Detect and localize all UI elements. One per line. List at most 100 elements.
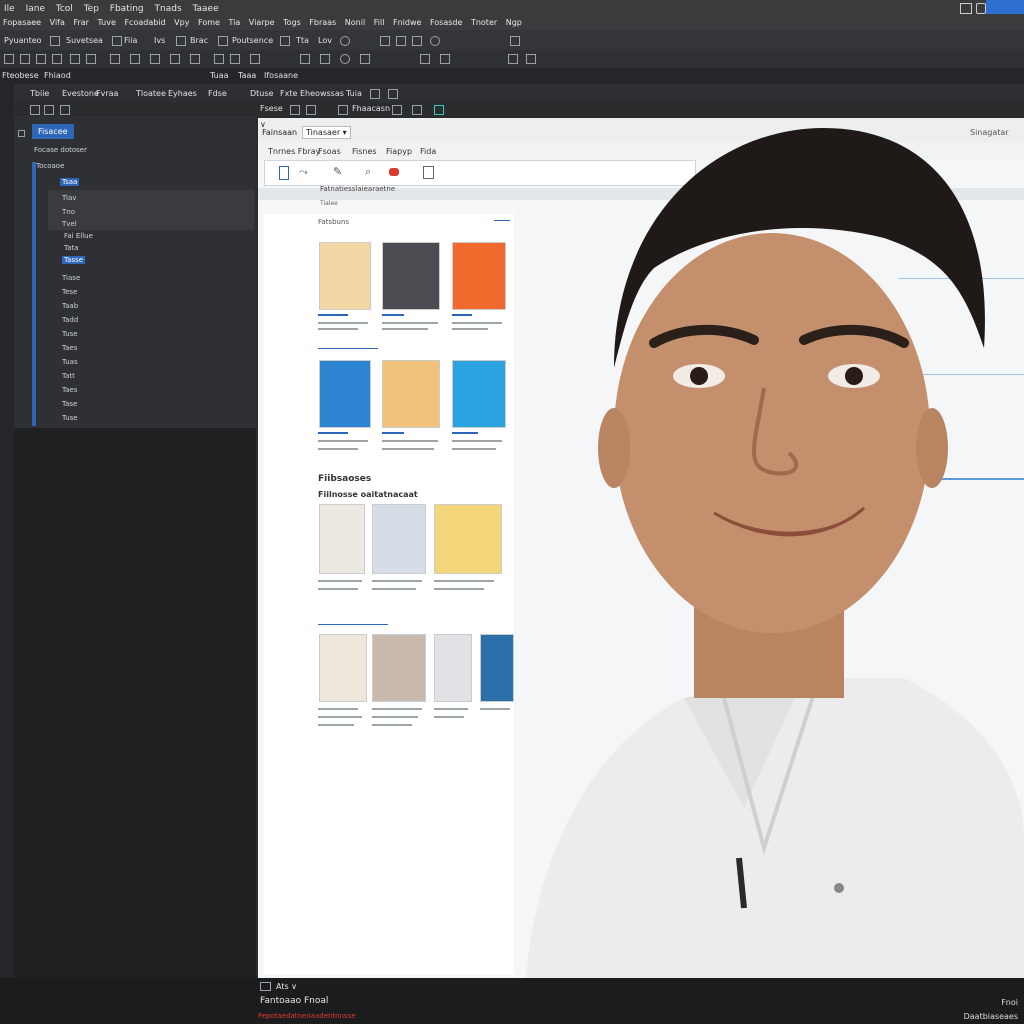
open-icon[interactable] (20, 54, 30, 64)
doc-nav-icon[interactable] (338, 105, 348, 115)
menu2-item-13[interactable]: Fnidwe (390, 18, 424, 27)
format-label-9[interactable]: Tuia (346, 89, 362, 98)
format-label-8[interactable]: Eheowssas (300, 89, 344, 98)
chevron-down-icon[interactable] (440, 54, 450, 64)
tree-item-18[interactable]: Tuse (62, 414, 78, 422)
underline-icon[interactable] (250, 54, 260, 64)
italic-icon[interactable] (230, 54, 240, 64)
menu-edit[interactable]: Iane (22, 3, 49, 15)
layers-icon[interactable] (360, 54, 370, 64)
search-icon[interactable]: ⌕ (365, 165, 371, 179)
bold-icon[interactable] (214, 54, 224, 64)
doc-home-icon[interactable] (60, 105, 70, 115)
toolbar-label-4[interactable]: Brac (190, 36, 208, 45)
tree-item-14[interactable]: Tuas (62, 358, 78, 366)
align-left-icon[interactable] (150, 54, 160, 64)
doc-view2-icon[interactable] (412, 105, 422, 115)
toolbar-label-0[interactable]: Pyuanteo (4, 36, 42, 45)
menu-floating[interactable]: Fbating (106, 3, 148, 15)
tree-item-13[interactable]: Taes (62, 344, 77, 352)
status-dropdown[interactable]: Ats ∨ (276, 982, 297, 991)
tree-item-8[interactable]: Tiase (62, 274, 80, 282)
panel-tab-3[interactable]: Taaa (238, 71, 256, 80)
close-panel-icon[interactable] (526, 54, 536, 64)
square-tool-icon[interactable] (380, 36, 390, 46)
portrait-card[interactable] (319, 242, 371, 310)
panel-tab-2[interactable]: Tuaa (210, 71, 229, 80)
doc-back-icon[interactable] (30, 105, 40, 115)
settings-icon[interactable] (340, 54, 350, 64)
pen-icon[interactable] (50, 36, 60, 46)
menu2-item-10[interactable]: Fbraas (306, 18, 339, 27)
pen-tool-icon[interactable]: ✎ (333, 165, 342, 178)
tree-item-0[interactable]: Tocoaoe (36, 162, 64, 170)
menu-tools[interactable]: Tcol (52, 3, 77, 15)
document-dropdown[interactable]: Tinasaer ▾ (302, 126, 351, 139)
toolbar-label-2[interactable]: Fiia (124, 36, 137, 45)
align-center-icon[interactable] (170, 54, 180, 64)
menu2-item-2[interactable]: Frar (70, 18, 92, 27)
save-icon[interactable] (4, 54, 14, 64)
tree-item-17[interactable]: Tase (62, 400, 77, 408)
menu2-item-1[interactable]: Vifa (47, 18, 68, 27)
tree-item-11[interactable]: Tadd (62, 316, 78, 324)
toolbar-label-6[interactable]: Tta (296, 36, 309, 45)
format-label-7[interactable]: Fxte (280, 89, 297, 98)
undo-icon[interactable] (70, 54, 80, 64)
portrait-card[interactable] (319, 360, 371, 428)
redo-icon[interactable] (86, 54, 96, 64)
panel-tab-1[interactable]: Fhiaod (44, 71, 71, 80)
grid-tool-icon[interactable] (510, 36, 520, 46)
tree-item-3[interactable]: Tno (62, 208, 75, 216)
menu2-item-0[interactable]: Fopasaee (0, 18, 44, 27)
status-doc-icon[interactable] (260, 982, 271, 991)
paste-icon[interactable] (130, 54, 140, 64)
menu2-item-9[interactable]: Togs (280, 18, 304, 27)
portrait-card[interactable] (319, 634, 367, 702)
menu2-item-8[interactable]: Viarpe (246, 18, 278, 27)
tree-item-7[interactable]: Tasse (62, 256, 86, 264)
format-label-6[interactable]: Dtuse (250, 89, 273, 98)
shape-tool-icon[interactable] (396, 36, 406, 46)
image-icon[interactable] (176, 36, 186, 46)
doc-page-icon[interactable] (290, 105, 300, 115)
format-label-1[interactable]: Evestone (62, 89, 99, 98)
layers-toggle-icon[interactable] (18, 130, 25, 137)
toolbar-label-5[interactable]: Poutsence (232, 36, 273, 45)
toolbar3-list-icon[interactable] (388, 89, 398, 99)
page-icon[interactable] (279, 166, 289, 180)
tree-item-12[interactable]: Tuse (62, 330, 78, 338)
menu-file[interactable]: Ile (0, 3, 19, 15)
panel-tab-0[interactable]: Fteobese (2, 71, 39, 80)
doc-tab-1[interactable]: Fsoas (318, 147, 341, 156)
tree-item-6[interactable]: Tata (64, 244, 78, 252)
menu2-item-12[interactable]: Fill (371, 18, 388, 27)
doc-tab-0[interactable]: Tnrnes Fbray (268, 147, 320, 156)
tree-item-9[interactable]: Tese (62, 288, 77, 296)
tree-item-5[interactable]: Fai Ellue (64, 232, 93, 240)
layers-panel-selected-tab[interactable]: Fisacee (32, 124, 74, 139)
menu2-item-14[interactable]: Fosasde (427, 18, 465, 27)
doc-tab-2[interactable]: Fisnes (352, 147, 377, 156)
print-icon[interactable] (52, 54, 62, 64)
tree-item-10[interactable]: Taab (62, 302, 78, 310)
format-label-0[interactable]: Tbiie (30, 89, 49, 98)
refresh-icon[interactable] (430, 36, 440, 46)
toolbar3-grid-icon[interactable] (370, 89, 380, 99)
menu2-item-15[interactable]: Tnoter (468, 18, 500, 27)
frame-icon[interactable] (218, 36, 228, 46)
window-grid-icon[interactable] (960, 3, 972, 14)
format-label-5[interactable]: Fdse (208, 89, 227, 98)
copy-icon[interactable] (112, 36, 122, 46)
menu-type[interactable]: Tep (80, 3, 103, 15)
account-button[interactable] (986, 0, 1024, 14)
toolbar-label-1[interactable]: Suvetsea (66, 36, 103, 45)
align-right-icon[interactable] (190, 54, 200, 64)
doc-label-0[interactable]: Fsese (260, 104, 283, 113)
tree-item-1[interactable]: Tsaa (60, 178, 80, 186)
zoom-out-icon[interactable] (320, 54, 330, 64)
menu2-item-6[interactable]: Fome (195, 18, 223, 27)
pointer-icon[interactable]: ⤳ (299, 165, 308, 179)
zoom-in-icon[interactable] (300, 54, 310, 64)
link-tool-icon[interactable] (412, 36, 422, 46)
